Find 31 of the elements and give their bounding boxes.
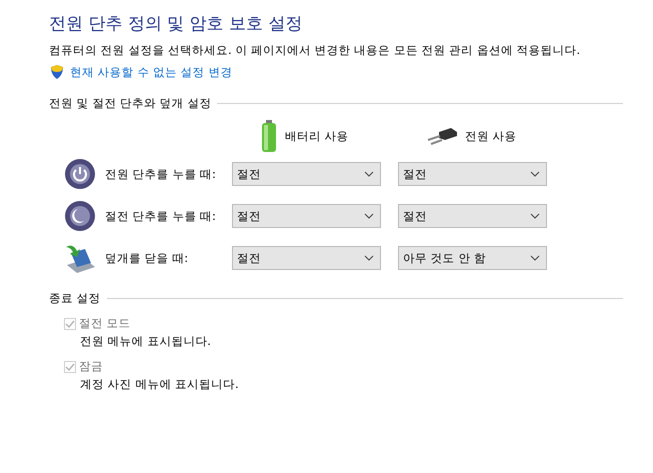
chevron-down-icon: [530, 170, 540, 178]
dropdown[interactable]: 절전: [398, 162, 547, 186]
dropdown[interactable]: 절전: [232, 246, 381, 270]
column-heading: 배터리 사용: [285, 128, 349, 144]
checkbox-label: 잠금: [79, 359, 103, 374]
battery-icon: [261, 120, 277, 152]
dropdown[interactable]: 아무 것도 안 함: [398, 246, 547, 270]
row-label: 절전 단추를 누를 때:: [105, 208, 217, 224]
chevron-down-icon: [364, 170, 374, 178]
change-settings-link[interactable]: 현재 사용할 수 없는 설정 변경: [49, 64, 232, 80]
chevron-down-icon: [530, 212, 540, 220]
row-label: 덮개를 닫을 때:: [105, 250, 190, 266]
page-title: 전원 단추 정의 및 암호 보호 설정: [49, 13, 304, 35]
moon-icon: [63, 199, 97, 233]
chevron-down-icon: [530, 254, 540, 262]
row-label: 전원 단추를 누를 때:: [105, 166, 217, 182]
shield-icon: [49, 64, 65, 80]
dropdown[interactable]: 절전: [232, 204, 381, 228]
power-icon: [63, 157, 97, 191]
description-text: 컴퓨터의 전원 설정을 선택하세요. 이 페이지에서 변경한 내용은 모든 전원 관리 옵션에 적용됩니다.: [49, 43, 582, 58]
dropdown[interactable]: 절전: [232, 162, 381, 186]
section-heading: 종료 설정: [49, 291, 101, 306]
option-description: 계정 사진 메뉴에 표시됩니다.: [80, 377, 240, 392]
dropdown[interactable]: 절전: [398, 204, 547, 228]
plug-icon: [427, 126, 457, 146]
option-description: 전원 메뉴에 표시됩니다.: [80, 334, 212, 349]
column-heading: 전원 사용: [465, 128, 517, 144]
section-heading: 전원 및 절전 단추와 덮개 설정: [49, 96, 212, 111]
chevron-down-icon: [364, 212, 374, 220]
chevron-down-icon: [364, 254, 374, 262]
checkbox-label: 절전 모드: [79, 316, 131, 331]
